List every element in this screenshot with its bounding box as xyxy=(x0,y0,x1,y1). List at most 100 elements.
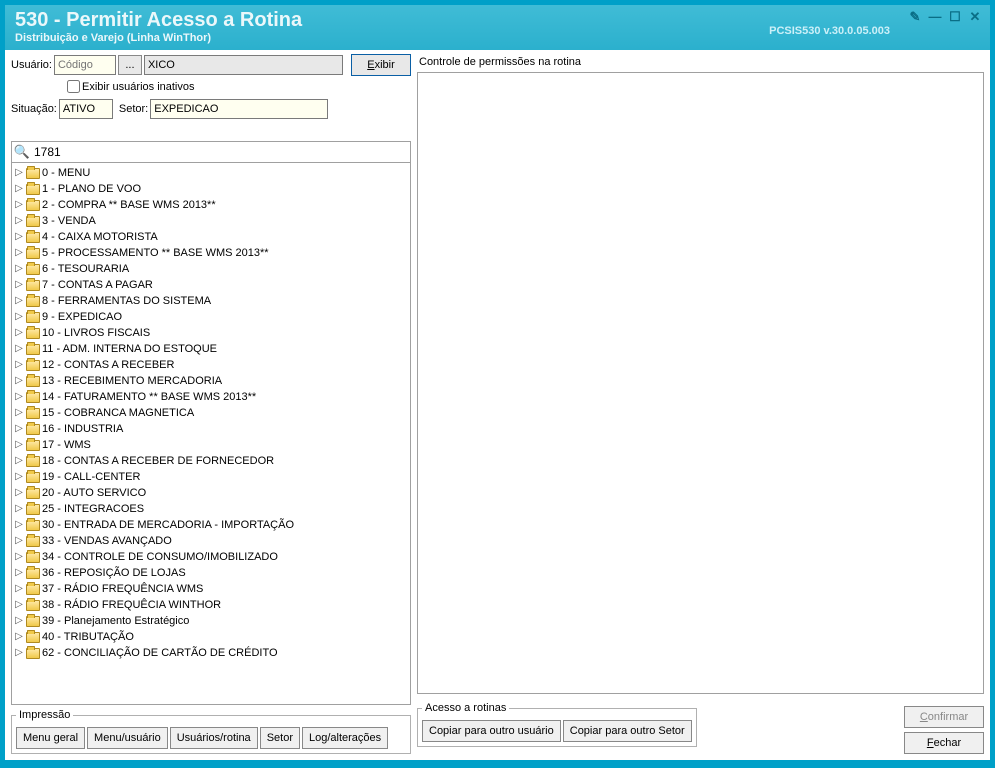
expand-icon[interactable]: ▷ xyxy=(14,421,24,437)
user-lookup-button[interactable]: ... xyxy=(118,55,142,75)
tree-item[interactable]: ▷7 - CONTAS A PAGAR xyxy=(14,277,410,293)
tree-item[interactable]: ▷33 - VENDAS AVANÇADO xyxy=(14,533,410,549)
expand-icon[interactable]: ▷ xyxy=(14,533,24,549)
setor-input[interactable] xyxy=(150,99,328,119)
expand-icon[interactable]: ▷ xyxy=(14,565,24,581)
print-menu-usu-rio-button[interactable]: Menu/usuário xyxy=(87,727,168,749)
expand-icon[interactable]: ▷ xyxy=(14,309,24,325)
folder-icon xyxy=(26,216,40,227)
print-setor-button[interactable]: Setor xyxy=(260,727,300,749)
permissions-panel xyxy=(417,72,984,694)
tree-item[interactable]: ▷17 - WMS xyxy=(14,437,410,453)
exibir-button[interactable]: Exibir xyxy=(351,54,411,76)
tree-item[interactable]: ▷34 - CONTROLE DE CONSUMO/IMOBILIZADO xyxy=(14,549,410,565)
folder-icon xyxy=(26,264,40,275)
access-copiar-para-outro-setor-button[interactable]: Copiar para outro Setor xyxy=(563,720,692,742)
tree-item-label: 25 - INTEGRACOES xyxy=(42,501,144,517)
expand-icon[interactable]: ▷ xyxy=(14,405,24,421)
tree-item[interactable]: ▷2 - COMPRA ** BASE WMS 2013** xyxy=(14,197,410,213)
confirm-rest: onfirmar xyxy=(928,711,968,723)
confirm-button[interactable]: Confirmar xyxy=(904,706,984,728)
tree-item[interactable]: ▷30 - ENTRADA DE MERCADORIA - IMPORTAÇÃO xyxy=(14,517,410,533)
tree-item[interactable]: ▷ 11 - ADM. INTERNA DO ESTOQUE xyxy=(14,341,410,357)
tree-item-label: 0 - MENU xyxy=(42,165,90,181)
print-menu-geral-button[interactable]: Menu geral xyxy=(16,727,85,749)
expand-icon[interactable]: ▷ xyxy=(14,245,24,261)
tree-item[interactable]: ▷15 - COBRANCA MAGNETICA xyxy=(14,405,410,421)
expand-icon[interactable]: ▷ xyxy=(14,341,24,357)
tree-item[interactable]: ▷ 39 - Planejamento Estratégico xyxy=(14,613,410,629)
routine-tree[interactable]: ▷ 0 - MENU▷1 - PLANO DE VOO▷2 - COMPRA **… xyxy=(11,163,411,705)
expand-icon[interactable]: ▷ xyxy=(14,549,24,565)
tree-item[interactable]: ▷ 6 - TESOURARIA xyxy=(14,261,410,277)
tree-item[interactable]: ▷ 25 - INTEGRACOES xyxy=(14,501,410,517)
expand-icon[interactable]: ▷ xyxy=(14,213,24,229)
tree-item-label: 39 - Planejamento Estratégico xyxy=(42,613,189,629)
minimize-icon[interactable]: — xyxy=(928,11,942,25)
expand-icon[interactable]: ▷ xyxy=(14,389,24,405)
expand-icon[interactable]: ▷ xyxy=(14,517,24,533)
expand-icon[interactable]: ▷ xyxy=(14,581,24,597)
expand-icon[interactable]: ▷ xyxy=(14,181,24,197)
expand-icon[interactable]: ▷ xyxy=(14,629,24,645)
expand-icon[interactable]: ▷ xyxy=(14,277,24,293)
version-label: PCSIS530 v.30.0.05.003 xyxy=(769,25,890,37)
expand-icon[interactable]: ▷ xyxy=(14,645,24,661)
search-input[interactable] xyxy=(32,143,410,161)
tree-item[interactable]: ▷19 - CALL-CENTER xyxy=(14,469,410,485)
expand-icon[interactable]: ▷ xyxy=(14,165,24,181)
print-log-altera-es-button[interactable]: Log/alterações xyxy=(302,727,388,749)
close-icon[interactable]: ✕ xyxy=(968,11,982,25)
expand-icon[interactable]: ▷ xyxy=(14,501,24,517)
expand-icon[interactable]: ▷ xyxy=(14,197,24,213)
expand-icon[interactable]: ▷ xyxy=(14,437,24,453)
tree-item[interactable]: ▷ 9 - EXPEDICAO xyxy=(14,309,410,325)
maximize-icon[interactable]: ☐ xyxy=(948,11,962,25)
inactive-users-checkbox[interactable] xyxy=(67,80,80,93)
expand-icon[interactable]: ▷ xyxy=(14,229,24,245)
tree-item-label: 9 - EXPEDICAO xyxy=(42,309,122,325)
expand-icon[interactable]: ▷ xyxy=(14,357,24,373)
expand-icon[interactable]: ▷ xyxy=(14,325,24,341)
folder-icon xyxy=(26,440,40,451)
tree-item[interactable]: ▷37 - RÁDIO FREQUÊNCIA WMS xyxy=(14,581,410,597)
tree-item[interactable]: ▷1 - PLANO DE VOO xyxy=(14,181,410,197)
folder-icon xyxy=(26,616,40,627)
tree-item-label: 6 - TESOURARIA xyxy=(42,261,129,277)
tree-item[interactable]: ▷14 - FATURAMENTO ** BASE WMS 2013** xyxy=(14,389,410,405)
print-usu-rios-rotina-button[interactable]: Usuários/rotina xyxy=(170,727,258,749)
tree-item[interactable]: ▷12 - CONTAS A RECEBER xyxy=(14,357,410,373)
tree-item[interactable]: ▷ 40 - TRIBUTAÇÃO xyxy=(14,629,410,645)
expand-icon[interactable]: ▷ xyxy=(14,453,24,469)
tree-item[interactable]: ▷4 - CAIXA MOTORISTA xyxy=(14,229,410,245)
tree-item[interactable]: ▷8 - FERRAMENTAS DO SISTEMA xyxy=(14,293,410,309)
tree-item[interactable]: ▷ 10 - LIVROS FISCAIS xyxy=(14,325,410,341)
expand-icon[interactable]: ▷ xyxy=(14,597,24,613)
expand-icon[interactable]: ▷ xyxy=(14,261,24,277)
user-name-input[interactable] xyxy=(144,55,343,75)
expand-icon[interactable]: ▷ xyxy=(14,485,24,501)
tree-item[interactable]: ▷20 - AUTO SERVICO xyxy=(14,485,410,501)
expand-icon[interactable]: ▷ xyxy=(14,373,24,389)
expand-icon[interactable]: ▷ xyxy=(14,469,24,485)
tree-item-label: 10 - LIVROS FISCAIS xyxy=(42,325,150,341)
folder-icon xyxy=(26,296,40,307)
tree-item[interactable]: ▷18 - CONTAS A RECEBER DE FORNECEDOR xyxy=(14,453,410,469)
tree-item[interactable]: ▷ 0 - MENU xyxy=(14,165,410,181)
tree-item[interactable]: ▷16 - INDUSTRIA xyxy=(14,421,410,437)
user-code-input[interactable] xyxy=(54,55,116,75)
situacao-input[interactable] xyxy=(59,99,113,119)
tree-item[interactable]: ▷13 - RECEBIMENTO MERCADORIA xyxy=(14,373,410,389)
tree-item[interactable]: ▷62 - CONCILIAÇÃO DE CARTÃO DE CRÉDITO xyxy=(14,645,410,661)
expand-icon[interactable]: ▷ xyxy=(14,613,24,629)
tree-item[interactable]: ▷36 - REPOSIÇÃO DE LOJAS xyxy=(14,565,410,581)
tree-item[interactable]: ▷3 - VENDA xyxy=(14,213,410,229)
expand-icon[interactable]: ▷ xyxy=(14,293,24,309)
close-button[interactable]: Fechar xyxy=(904,732,984,754)
tree-item-label: 40 - TRIBUTAÇÃO xyxy=(42,629,134,645)
access-copiar-para-outro-usu-rio-button[interactable]: Copiar para outro usuário xyxy=(422,720,561,742)
tree-item-label: 11 - ADM. INTERNA DO ESTOQUE xyxy=(42,341,217,357)
tree-item[interactable]: ▷5 - PROCESSAMENTO ** BASE WMS 2013** xyxy=(14,245,410,261)
tree-item[interactable]: ▷38 - RÁDIO FREQUÊCIA WINTHOR xyxy=(14,597,410,613)
edit-icon[interactable]: ✎ xyxy=(908,11,922,25)
